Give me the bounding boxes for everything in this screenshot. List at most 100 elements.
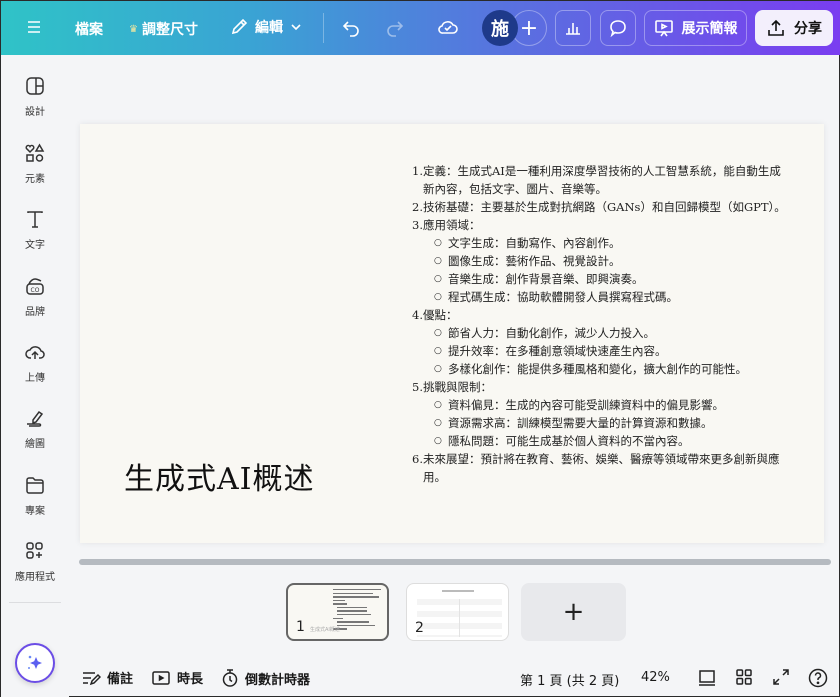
apps-icon (26, 542, 43, 559)
undo-button[interactable] (341, 17, 361, 37)
sidebar-item-brand[interactable]: CO 品牌 (1, 275, 69, 318)
sidebar-label: 文字 (25, 240, 45, 251)
sidebar-item-text[interactable]: 文字 (1, 208, 69, 251)
sidebar-label: 元素 (25, 174, 45, 185)
presentation-icon (654, 20, 673, 37)
page-indicator: 第 1 頁 (共 2 頁) (520, 674, 620, 689)
notes-button[interactable]: 備註 (81, 668, 133, 687)
zoom-level[interactable]: 42% (641, 670, 670, 685)
numbered-list-item: 5. 挑戰與限制： (412, 378, 792, 396)
list-number: 6. (412, 452, 423, 466)
help-button[interactable] (807, 667, 829, 693)
numbered-list-item: 4. 優點： (412, 306, 792, 324)
file-menu-button[interactable]: 檔案 (75, 19, 103, 39)
list-number: 3. (412, 218, 423, 232)
thumbnail-table-preview (417, 599, 502, 637)
bullet-list-item: ○ 程式碼生成：協助軟體開發人員撰寫程式碼。 (412, 288, 792, 306)
bullet-icon: ○ (434, 436, 442, 446)
list-item-text: 未來展望：預計將在教育、藝術、娛樂、醫療等領域帶來更多創新與應用。 (423, 452, 780, 484)
list-number: 1. (412, 164, 423, 178)
thumbnail-title-preview: 生成式AI概述 (310, 627, 340, 633)
list-item-text: 定義：生成式AI是一種利用深度學習技術的人工智慧系統，能自動生成新內容，包括文字… (423, 164, 781, 196)
magic-assistant-button[interactable] (15, 643, 55, 683)
bottom-toolbar: 備註 時長 倒數計時器 第 1 頁 (共 2 頁) 42% (69, 658, 840, 697)
sidebar-item-draw[interactable]: 繪圖 (1, 407, 69, 450)
single-view-button[interactable] (697, 667, 717, 691)
user-avatar[interactable]: 施 (482, 10, 518, 46)
add-slide-button[interactable]: + (521, 583, 626, 641)
play-box-icon (152, 670, 170, 685)
chevron-down-icon (291, 24, 301, 31)
stopwatch-icon (222, 669, 238, 687)
list-item-text: 文字生成：自動寫作、內容創作。 (448, 236, 621, 250)
sidebar-label: 專案 (25, 506, 45, 517)
pencil-icon (231, 18, 248, 35)
list-item-text: 資源需求高：訓練模型需要大量的計算資源和數據。 (448, 416, 713, 430)
list-item-text: 技術基礎：主要基於生成對抗網路（GANs）和自回歸模型（如GPT）。 (423, 200, 786, 214)
numbered-list-item: 6. 未來展望：預計將在教育、藝術、娛樂、醫療等領域帶來更多創新與應用。 (412, 450, 792, 486)
resize-button[interactable]: ♛ 調整尺寸 (129, 19, 198, 39)
hamburger-menu-icon (28, 21, 40, 33)
slide-body-text[interactable]: 1. 定義：生成式AI是一種利用深度學習技術的人工智慧系統，能自動生成新內容，包括… (412, 162, 792, 486)
edit-menu-button[interactable]: 編輯 (229, 17, 303, 37)
list-item-text: 挑戰與限制： (423, 380, 492, 394)
present-label: 展示簡報 (681, 21, 738, 37)
bullet-icon: ○ (434, 328, 442, 338)
slide-thumbnail-1[interactable]: 生成式AI概述 1 (286, 583, 389, 641)
bullet-icon: ○ (434, 292, 442, 302)
plus-icon: + (519, 15, 539, 41)
bullet-list-item: ○ 文字生成：自動寫作、內容創作。 (412, 234, 792, 252)
duration-label: 時長 (177, 672, 204, 687)
redo-icon (387, 21, 404, 37)
sidebar-item-projects[interactable]: 專案 (1, 474, 69, 517)
fullscreen-button[interactable] (771, 667, 791, 691)
bullet-list-item: ○ 提升效率：在多種創意領域快速產生內容。 (412, 342, 792, 360)
undo-icon (342, 21, 359, 37)
sidebar-item-design[interactable]: 設計 (1, 75, 69, 118)
main-menu-button[interactable] (25, 18, 43, 36)
insights-button[interactable] (555, 10, 591, 46)
present-button[interactable]: 展示簡報 (644, 10, 747, 46)
list-item-text: 提升效率：在多種創意領域快速產生內容。 (448, 344, 667, 358)
cloud-check-icon (438, 21, 458, 34)
toolbar-divider (323, 13, 324, 43)
sidebar-item-elements[interactable]: 元素 (1, 142, 69, 185)
share-button[interactable]: 分享 (755, 10, 833, 46)
duration-button[interactable]: 時長 (151, 668, 203, 687)
sidebar-divider (9, 602, 61, 603)
avatar-initial: 施 (491, 19, 509, 40)
slide-canvas[interactable]: 生成式AI概述 1. 定義：生成式AI是一種利用深度學習技術的人工智慧系統，能自動… (80, 124, 824, 543)
numbered-list-item: 3. 應用領域： (412, 216, 792, 234)
sidebar-item-uploads[interactable]: 上傳 (1, 341, 69, 384)
cloud-upload-icon (25, 346, 45, 359)
crown-icon: ♛ (129, 23, 138, 35)
redo-button[interactable] (385, 17, 405, 37)
save-status-button[interactable] (437, 17, 459, 37)
bar-chart-icon (566, 23, 580, 35)
comment-button[interactable] (600, 10, 636, 46)
timer-label: 倒數計時器 (245, 672, 311, 688)
single-view-icon (699, 670, 715, 686)
timer-button[interactable]: 倒數計時器 (221, 668, 310, 688)
canvas-area: 生成式AI概述 1. 定義：生成式AI是一種利用深度學習技術的人工智慧系統，能自動… (69, 55, 840, 575)
list-item-text: 優點： (423, 308, 458, 322)
slide-thumbnail-2[interactable]: 2 (406, 583, 509, 641)
resize-label: 調整尺寸 (141, 22, 198, 38)
slide-title[interactable]: 生成式AI概述 (124, 454, 315, 498)
list-item-text: 隱私問題：可能生成基於個人資料的不當內容。 (448, 434, 690, 448)
notes-label: 備註 (107, 672, 134, 687)
brand-icon: CO (26, 278, 44, 295)
grid-view-button[interactable] (734, 667, 754, 691)
list-item-text: 應用領域： (423, 218, 481, 232)
sidebar-label: 應用程式 (15, 572, 55, 583)
list-item-text: 多樣化創作：能提供多種風格和變化，擴大創作的可能性。 (448, 362, 747, 376)
sidebar-item-apps[interactable]: 應用程式 (1, 540, 69, 583)
bullet-list-item: ○ 多樣化創作：能提供多種風格和變化，擴大創作的可能性。 (412, 360, 792, 378)
folder-icon (26, 477, 44, 494)
horizontal-scrollbar[interactable] (79, 559, 831, 565)
thumbnail-title-preview (442, 590, 474, 592)
bullet-icon: ○ (434, 274, 442, 284)
sidebar-label: 繪圖 (25, 439, 45, 450)
notes-icon (83, 671, 101, 685)
expand-icon (773, 669, 789, 685)
